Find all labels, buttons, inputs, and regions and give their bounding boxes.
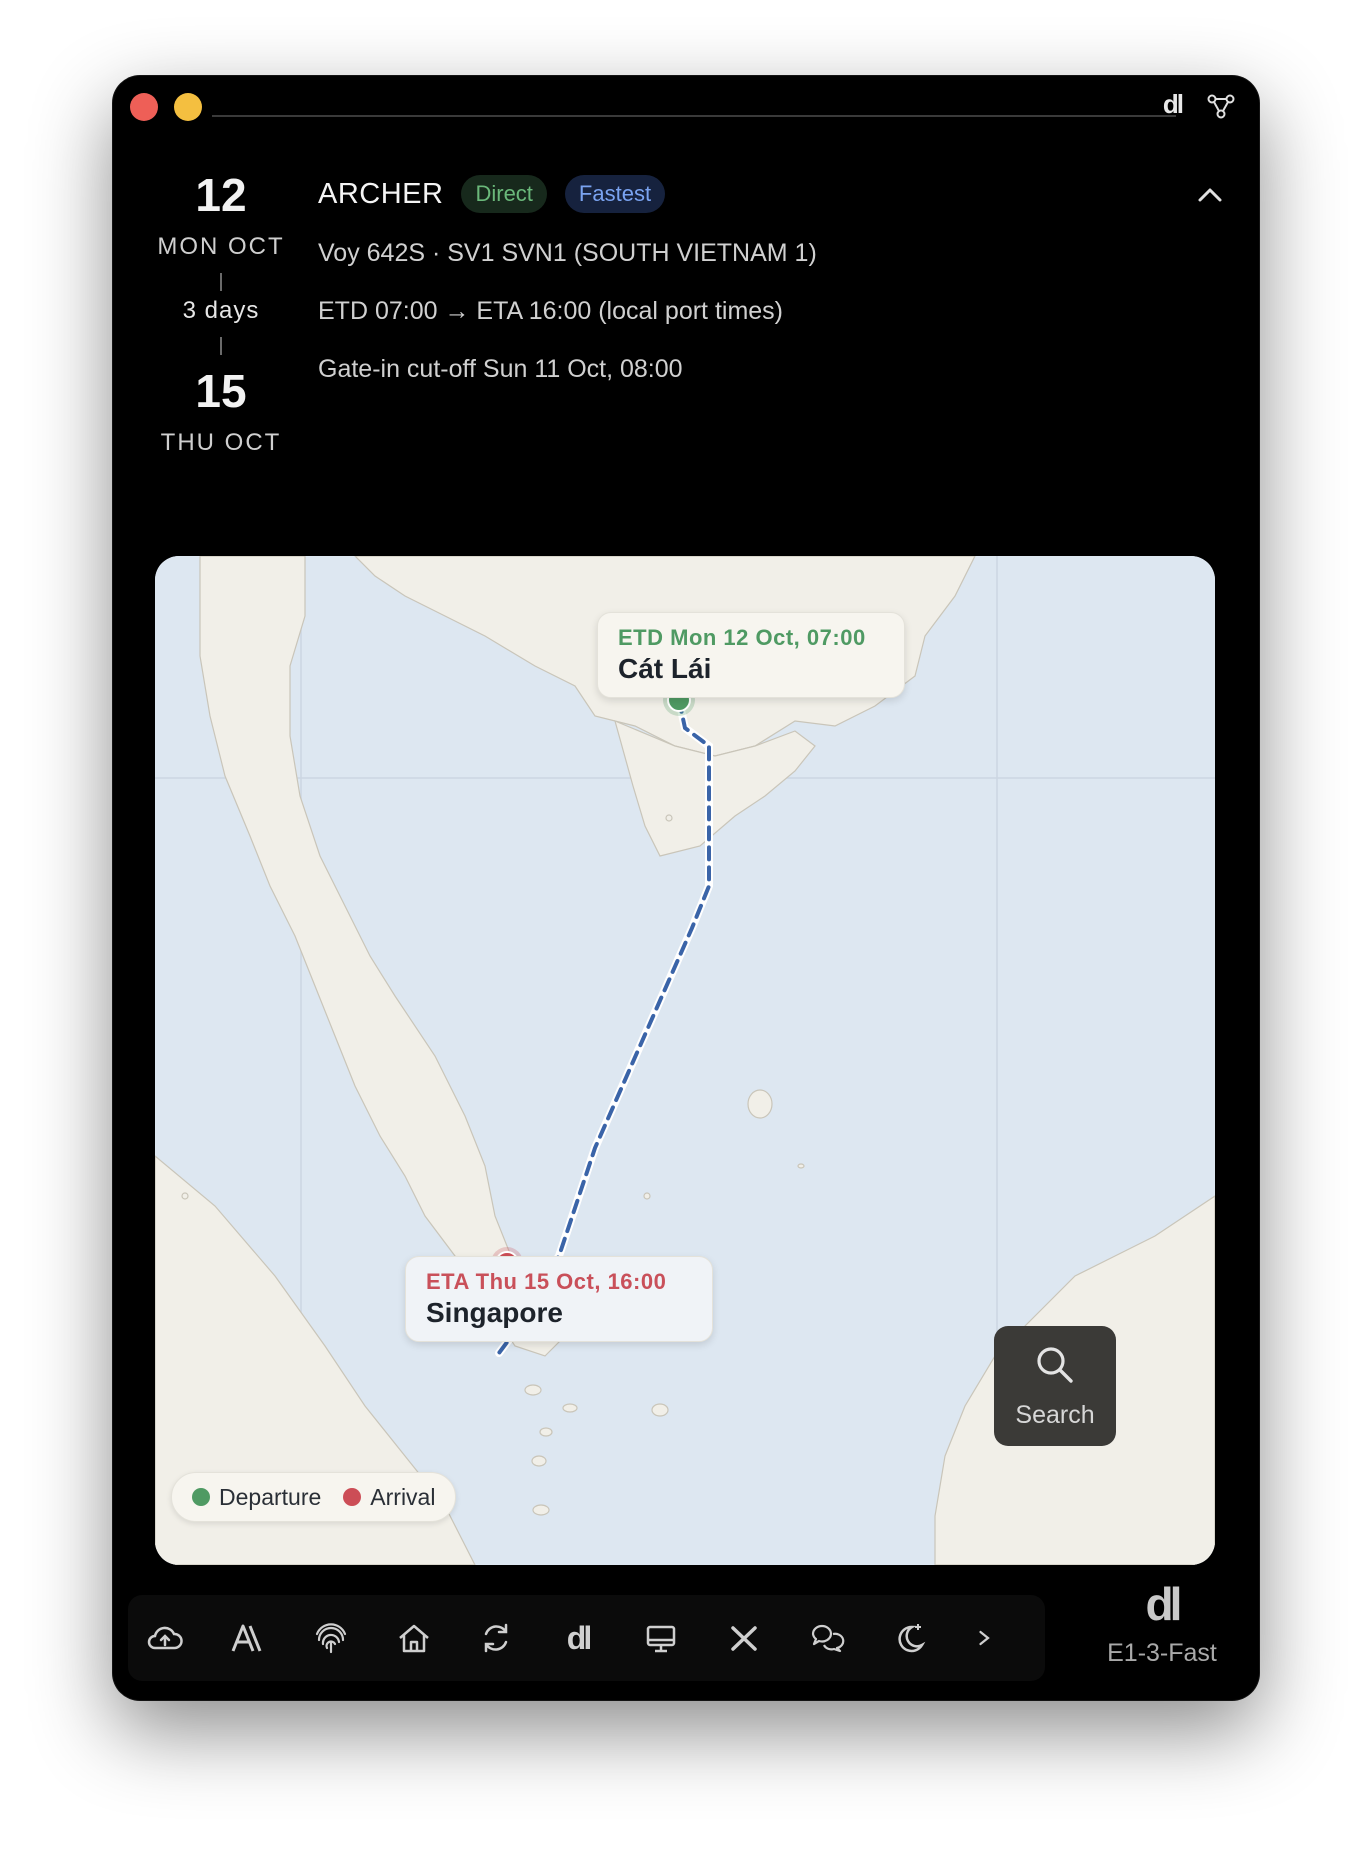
chevron-up-icon[interactable] (1190, 175, 1230, 215)
departure-day-label: MON OCT (157, 233, 285, 260)
network-graph-icon[interactable] (1206, 91, 1236, 121)
moon-stars-icon[interactable] (887, 1615, 933, 1661)
arrival-dot-icon (343, 1488, 362, 1506)
fastest-badge: Fastest (564, 175, 666, 213)
close-window-button[interactable] (130, 93, 158, 121)
ai-icon[interactable] (225, 1615, 271, 1661)
vessel-row: ARCHER Direct Fastest (318, 175, 817, 213)
departure-dot-icon (192, 1488, 210, 1506)
legend-arrival-label: Arrival (370, 1483, 436, 1510)
profile-name: E1-3-Fast (1107, 1639, 1217, 1667)
search-button[interactable]: Search (994, 1326, 1116, 1446)
search-icon (1037, 1347, 1073, 1383)
service-line: Voy 642S · SV1 SVN1 (SOUTH VIETNAM 1) (318, 239, 817, 267)
title-divider (212, 115, 1176, 117)
legend-departure: Departure (192, 1484, 321, 1511)
monitor-icon[interactable] (638, 1615, 684, 1661)
arrival-day-label: THU OCT (160, 429, 282, 456)
departure-day: 12 (195, 169, 247, 221)
arrival-time: ETA Thu 15 Oct, 16:00 (426, 1269, 667, 1294)
vessel-name: ARCHER (318, 177, 444, 210)
minimize-window-button[interactable] (174, 93, 202, 121)
legend-arrival: Arrival (343, 1484, 435, 1511)
arrival-day: 15 (195, 365, 247, 417)
timeline-connector (220, 337, 222, 355)
dock-bar: dl (128, 1595, 1045, 1681)
search-label: Search (1015, 1401, 1095, 1429)
title-bar: dl (112, 75, 1260, 135)
home-icon[interactable] (391, 1615, 437, 1661)
arrival-port: Singapore (426, 1297, 563, 1328)
departure-callout: ETD Mon 12 Oct, 07:00 Cát Lái (597, 612, 905, 698)
more-icon[interactable] (970, 1615, 1000, 1661)
profile-logo: dl (1145, 1578, 1183, 1630)
departure-time: ETD Mon 12 Oct, 07:00 (618, 625, 866, 650)
date-column: 12 MON OCT 3 days 15 THU OCT (142, 165, 300, 457)
dl-logo-icon[interactable]: dl (555, 1615, 601, 1661)
voyage-info: ARCHER Direct Fastest Voy 642S · SV1 SVN… (318, 175, 817, 387)
app-window: dl 12 MON OCT 3 days 15 THU OCT ARCHER D… (112, 75, 1260, 1701)
cloud-upload-icon[interactable] (142, 1615, 188, 1661)
fingerprint-icon[interactable] (308, 1615, 354, 1661)
map-legend: Departure Arrival (171, 1472, 457, 1522)
refresh-icon[interactable] (473, 1615, 519, 1661)
cutoff-line: Gate-in cut-off Sun 11 Oct, 08:00 (318, 355, 683, 383)
direct-badge: Direct (461, 175, 547, 213)
legend-departure-label: Departure (219, 1483, 322, 1510)
chat-icon[interactable] (804, 1615, 850, 1661)
profile-panel[interactable]: dl E1-3-Fast (1090, 1575, 1234, 1685)
times-line: ETD 07:00 → ETA 16:00 (local port times) (318, 297, 784, 325)
arrival-callout: ETA Thu 15 Oct, 16:00 Singapore (405, 1256, 713, 1342)
timeline-connector (220, 273, 222, 291)
x-icon[interactable] (721, 1615, 767, 1661)
transit-duration: 3 days (182, 297, 260, 324)
departure-port: Cát Lái (618, 653, 712, 684)
app-logo[interactable]: dl (1163, 89, 1184, 120)
